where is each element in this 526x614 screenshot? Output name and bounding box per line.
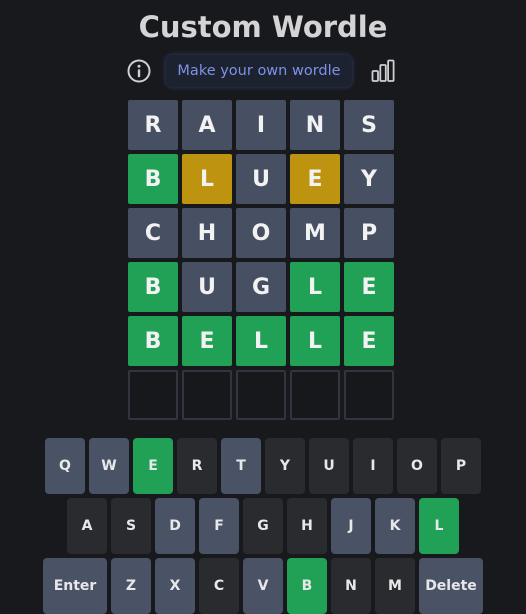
letter-tile: B (128, 154, 178, 204)
key-b[interactable]: B (287, 558, 327, 614)
key-v[interactable]: V (243, 558, 283, 614)
delete-key[interactable]: Delete (419, 558, 483, 614)
key-f[interactable]: F (199, 498, 239, 554)
keyboard-row: QWERTYUIOP (0, 438, 526, 494)
stats-bar-chart-icon[interactable] (370, 58, 396, 84)
key-m[interactable]: M (375, 558, 415, 614)
key-a[interactable]: A (67, 498, 107, 554)
letter-tile: S (344, 100, 394, 150)
letter-tile: B (128, 316, 178, 366)
key-g[interactable]: G (243, 498, 283, 554)
key-x[interactable]: X (155, 558, 195, 614)
info-icon[interactable] (126, 58, 152, 84)
letter-tile (236, 370, 286, 420)
letter-tile: L (290, 316, 340, 366)
letter-tile (290, 370, 340, 420)
letter-tile (182, 370, 232, 420)
letter-tile: O (236, 208, 286, 258)
letter-tile: U (182, 262, 232, 312)
guess-row: CHOMP (128, 208, 394, 258)
keyboard-row: ASDFGHJKL (0, 498, 526, 554)
guess-grid: RAINSBLUEYCHOMPBUGLEBELLE (128, 100, 394, 424)
guess-row: BELLE (128, 316, 394, 366)
make-your-own-wordle-button[interactable]: Make your own wordle (166, 55, 352, 87)
letter-tile: E (182, 316, 232, 366)
letter-tile: N (290, 100, 340, 150)
key-p[interactable]: P (441, 438, 481, 494)
key-r[interactable]: R (177, 438, 217, 494)
guess-row: BUGLE (128, 262, 394, 312)
letter-tile: P (344, 208, 394, 258)
letter-tile: E (344, 262, 394, 312)
key-w[interactable]: W (89, 438, 129, 494)
key-h[interactable]: H (287, 498, 327, 554)
key-k[interactable]: K (375, 498, 415, 554)
enter-key[interactable]: Enter (43, 558, 107, 614)
key-s[interactable]: S (111, 498, 151, 554)
letter-tile: U (236, 154, 286, 204)
key-i[interactable]: I (353, 438, 393, 494)
guess-row: RAINS (128, 100, 394, 150)
key-e[interactable]: E (133, 438, 173, 494)
key-o[interactable]: O (397, 438, 437, 494)
letter-tile: Y (344, 154, 394, 204)
letter-tile: G (236, 262, 286, 312)
letter-tile: B (128, 262, 178, 312)
letter-tile: C (128, 208, 178, 258)
letter-tile: R (128, 100, 178, 150)
key-z[interactable]: Z (111, 558, 151, 614)
letter-tile: A (182, 100, 232, 150)
key-q[interactable]: Q (45, 438, 85, 494)
letter-tile: H (182, 208, 232, 258)
key-y[interactable]: Y (265, 438, 305, 494)
letter-tile: E (344, 316, 394, 366)
key-n[interactable]: N (331, 558, 371, 614)
key-t[interactable]: T (221, 438, 261, 494)
guess-row: BLUEY (128, 154, 394, 204)
page-title: Custom Wordle (138, 10, 388, 44)
keyboard-row: Enter Z X C V B N M Delete (0, 558, 526, 614)
key-l[interactable]: L (419, 498, 459, 554)
letter-tile (128, 370, 178, 420)
letter-tile: L (182, 154, 232, 204)
letter-tile: I (236, 100, 286, 150)
toolbar: Make your own wordle (0, 54, 526, 88)
guess-row (128, 370, 394, 420)
letter-tile: L (236, 316, 286, 366)
letter-tile: E (290, 154, 340, 204)
key-d[interactable]: D (155, 498, 195, 554)
letter-tile: L (290, 262, 340, 312)
key-u[interactable]: U (309, 438, 349, 494)
key-c[interactable]: C (199, 558, 239, 614)
key-j[interactable]: J (331, 498, 371, 554)
letter-tile (344, 370, 394, 420)
letter-tile: M (290, 208, 340, 258)
